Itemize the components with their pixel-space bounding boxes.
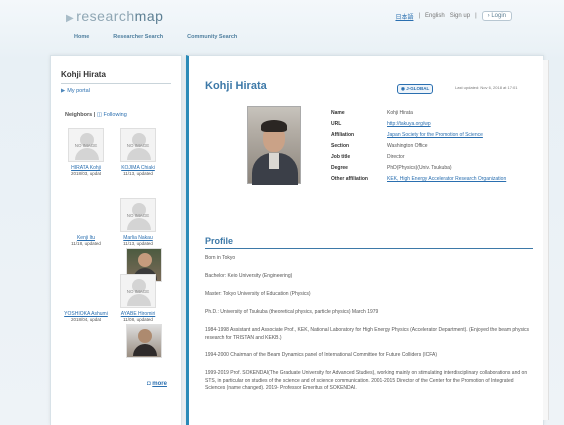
following-link[interactable]: ◫ Following — [97, 112, 127, 118]
neighbor-photo[interactable] — [126, 324, 162, 358]
profile-paragraph: Born in Tokyo — [205, 255, 236, 261]
my-portal-label: My portal — [67, 88, 90, 94]
info-value: PhD(Physics)(Univ. Tsukuba) — [387, 165, 452, 171]
neighbor-card[interactable]: Kenji Itu 11/18, updated — [61, 198, 162, 282]
no-image-label: NO IMAGE — [126, 289, 150, 294]
photo-hair — [261, 120, 287, 132]
no-image-label: NO IMAGE — [126, 213, 150, 218]
person-body-icon — [127, 218, 151, 230]
nav-community-search[interactable]: Community Search — [187, 34, 237, 40]
url-link[interactable]: http://takuya.org/wp — [387, 121, 431, 127]
person-head-icon — [138, 329, 152, 343]
info-label: Section — [331, 143, 350, 149]
main-nav: Home Researcher Search Community Search — [74, 34, 237, 40]
info-value: Director — [387, 154, 405, 160]
profile-card: Kohji Hirata ◉ J-GLOBAL Last updated: No… — [186, 55, 549, 425]
no-image-label: NO IMAGE — [126, 143, 150, 148]
header-links: 日本語 | English Sign up | › Login — [395, 11, 512, 21]
info-row-degree: Degree PhD(Physics)(Univ. Tsukuba) — [331, 165, 536, 171]
sidebar-name: Kohji Hirata — [61, 70, 106, 79]
info-row-section: Section Washington Office — [331, 143, 536, 149]
info-label: Affiliation — [331, 132, 355, 138]
info-label: Job title — [331, 154, 351, 160]
profile-heading: Profile — [205, 236, 234, 246]
divider — [61, 83, 171, 84]
person-body-icon — [127, 294, 151, 306]
logo-bold-text: map — [134, 8, 164, 24]
login-button[interactable]: › Login — [481, 11, 512, 21]
following-label: Following — [103, 112, 127, 118]
info-table: Name Kohji Hirata URL http://takuya.org/wp… — [331, 110, 536, 187]
info-row-other-affiliation: Other affiliation KEK, High Energy Accele… — [331, 176, 536, 182]
neighbor-updated: 2018/03, updat — [70, 171, 102, 176]
neighbor-card[interactable]: NO IMAGE KOJIMA Chiaki 11/13, updated — [113, 128, 163, 177]
other-affiliation-link[interactable]: KEK, High Energy Accelerator Research Or… — [387, 176, 506, 182]
person-body-icon — [133, 344, 157, 356]
info-row-job-title: Job title Director — [331, 154, 536, 160]
info-label: Other affiliation — [331, 176, 368, 182]
profile-paragraph: Ph.D.: University of Tsukuba (theoretica… — [205, 309, 379, 315]
info-label: Name — [331, 110, 345, 116]
profile-paragraph: Bachelor: Keio University (Engineering) — [205, 273, 293, 279]
sidebar-card: Kohji Hirata ▶ My portal Neighbors | ◫ Fo… — [50, 55, 182, 425]
arrow-icon: ▶ — [61, 88, 66, 94]
person-body-icon — [75, 148, 99, 160]
neighbor-updated: 11/13, updated — [123, 171, 153, 176]
separator: | — [418, 13, 421, 19]
info-label: URL — [331, 121, 342, 127]
affiliation-link[interactable]: Japan Society for the Promotion of Scien… — [387, 132, 483, 138]
no-image-placeholder[interactable]: NO IMAGE — [68, 128, 104, 162]
no-image-label: NO IMAGE — [74, 143, 98, 148]
logo-light-text: research — [76, 8, 135, 24]
researchmap-logo[interactable]: ▶ researchmap — [66, 8, 163, 24]
page-background: ▶ researchmap 日本語 | English Sign up | › L… — [0, 0, 564, 425]
profile-paragraph: 1994-2000 Chairman of the Beam Dynamics … — [205, 352, 438, 358]
info-row-name: Name Kohji Hirata — [331, 110, 536, 116]
last-updated: Last updated: Nov 6, 2018 at 17:01 — [455, 85, 518, 90]
no-image-placeholder[interactable]: NO IMAGE — [120, 198, 156, 232]
profile-paragraph: 1999-2019 Prof. SOKENDAI(The Graduate Un… — [205, 370, 528, 391]
nav-home[interactable]: Home — [74, 34, 89, 40]
info-row-url: URL http://takuya.org/wp — [331, 121, 536, 127]
info-label: Degree — [331, 165, 348, 171]
profile-divider — [205, 248, 533, 249]
profile-paragraph: 1984-1998 Assistant and Associate Prof.,… — [205, 327, 530, 341]
profile-paragraph: Master: Tokyo University of Education (P… — [205, 291, 311, 297]
info-row-affiliation: Affiliation Japan Society for the Promoti… — [331, 132, 536, 138]
lang-en-link[interactable]: English — [425, 13, 445, 19]
info-value: Washington Office — [387, 143, 428, 149]
more-label: more — [152, 381, 167, 387]
neighbor-updated: 11/13, updated — [123, 241, 153, 246]
photo-shirt — [269, 153, 279, 169]
logo-triangle-icon: ▶ — [66, 13, 75, 24]
neighbors-heading: Neighbors | ◫ Following — [65, 112, 127, 118]
neighbors-label: Neighbors — [65, 112, 93, 118]
neighbor-updated: 2018/04, updat — [70, 317, 102, 322]
neighbor-card[interactable]: YOSHIOKA Ashumi 2018/04, updat — [61, 274, 162, 358]
no-image-placeholder[interactable]: NO IMAGE — [120, 128, 156, 162]
profile-photo — [247, 106, 301, 185]
login-label: Login — [491, 13, 506, 19]
person-head-icon — [138, 253, 152, 267]
signup-link[interactable]: Sign up — [450, 13, 470, 19]
no-image-placeholder[interactable]: NO IMAGE — [120, 274, 156, 308]
neighbor-updated: 11/08, updated — [123, 317, 153, 322]
profile-title: Kohji Hirata — [205, 80, 267, 92]
lang-ja-link[interactable]: 日本語 — [395, 12, 413, 21]
neighbor-card[interactable]: NO IMAGE AYABE Hiromiri 11/08, updated — [113, 274, 163, 323]
person-body-icon — [127, 148, 151, 160]
jglobal-badge[interactable]: ◉ J-GLOBAL — [397, 84, 434, 94]
more-link[interactable]: ◘ more — [147, 381, 167, 387]
jglobal-label: J-GLOBAL — [406, 86, 430, 91]
card-stack-edge — [543, 60, 549, 420]
neighbor-updated: 11/18, updated — [71, 241, 101, 246]
my-portal-link[interactable]: ▶ My portal — [61, 88, 90, 94]
info-value: Kohji Hirata — [387, 110, 413, 116]
nav-researcher-search[interactable]: Researcher Search — [113, 34, 163, 40]
separator: | — [475, 13, 477, 19]
neighbor-card[interactable]: NO IMAGE HIRATA Kohji 2018/03, updat — [61, 128, 111, 177]
neighbor-card[interactable]: NO IMAGE Marlia Nakau 11/13, updated — [113, 198, 163, 247]
